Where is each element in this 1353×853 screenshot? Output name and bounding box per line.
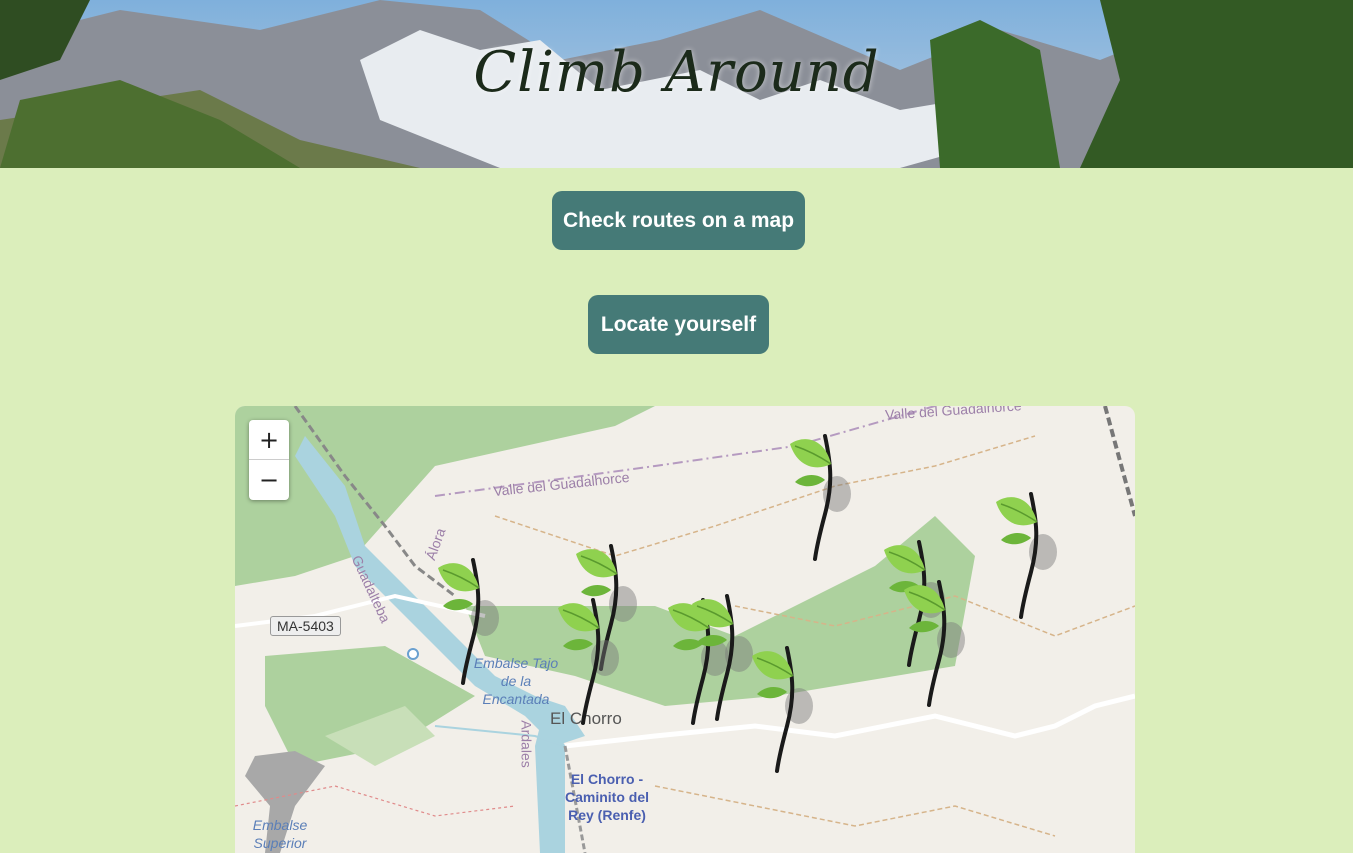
zoom-in-button[interactable]: +	[249, 420, 289, 460]
routes-map[interactable]: + − Valle del Guadalhorce Valle del Guad…	[235, 406, 1135, 853]
locate-yourself-button[interactable]: Locate yourself	[588, 295, 769, 354]
leaf-marker-icon[interactable]	[785, 424, 855, 564]
leaf-marker-icon[interactable]	[899, 570, 969, 710]
map-label-station: El Chorro - Caminito del Rey (Renfe)	[565, 771, 650, 823]
zoom-out-button[interactable]: −	[249, 460, 289, 500]
zoom-controls: + −	[249, 420, 289, 500]
map-label-road: MA-5403	[270, 616, 341, 636]
site-title: Climb Around	[473, 40, 880, 105]
leaf-marker-icon[interactable]	[991, 482, 1061, 622]
map-label-reservoir-2: Embalse Superior	[252, 817, 308, 851]
leaf-marker-icon[interactable]	[553, 588, 623, 728]
check-routes-map-button[interactable]: Check routes on a map	[552, 191, 805, 250]
map-label-ardales: Ardales	[518, 720, 535, 768]
leaf-marker-icon[interactable]	[747, 636, 817, 776]
leaf-marker-icon[interactable]	[433, 548, 503, 688]
header-banner: Climb Around	[0, 0, 1353, 168]
